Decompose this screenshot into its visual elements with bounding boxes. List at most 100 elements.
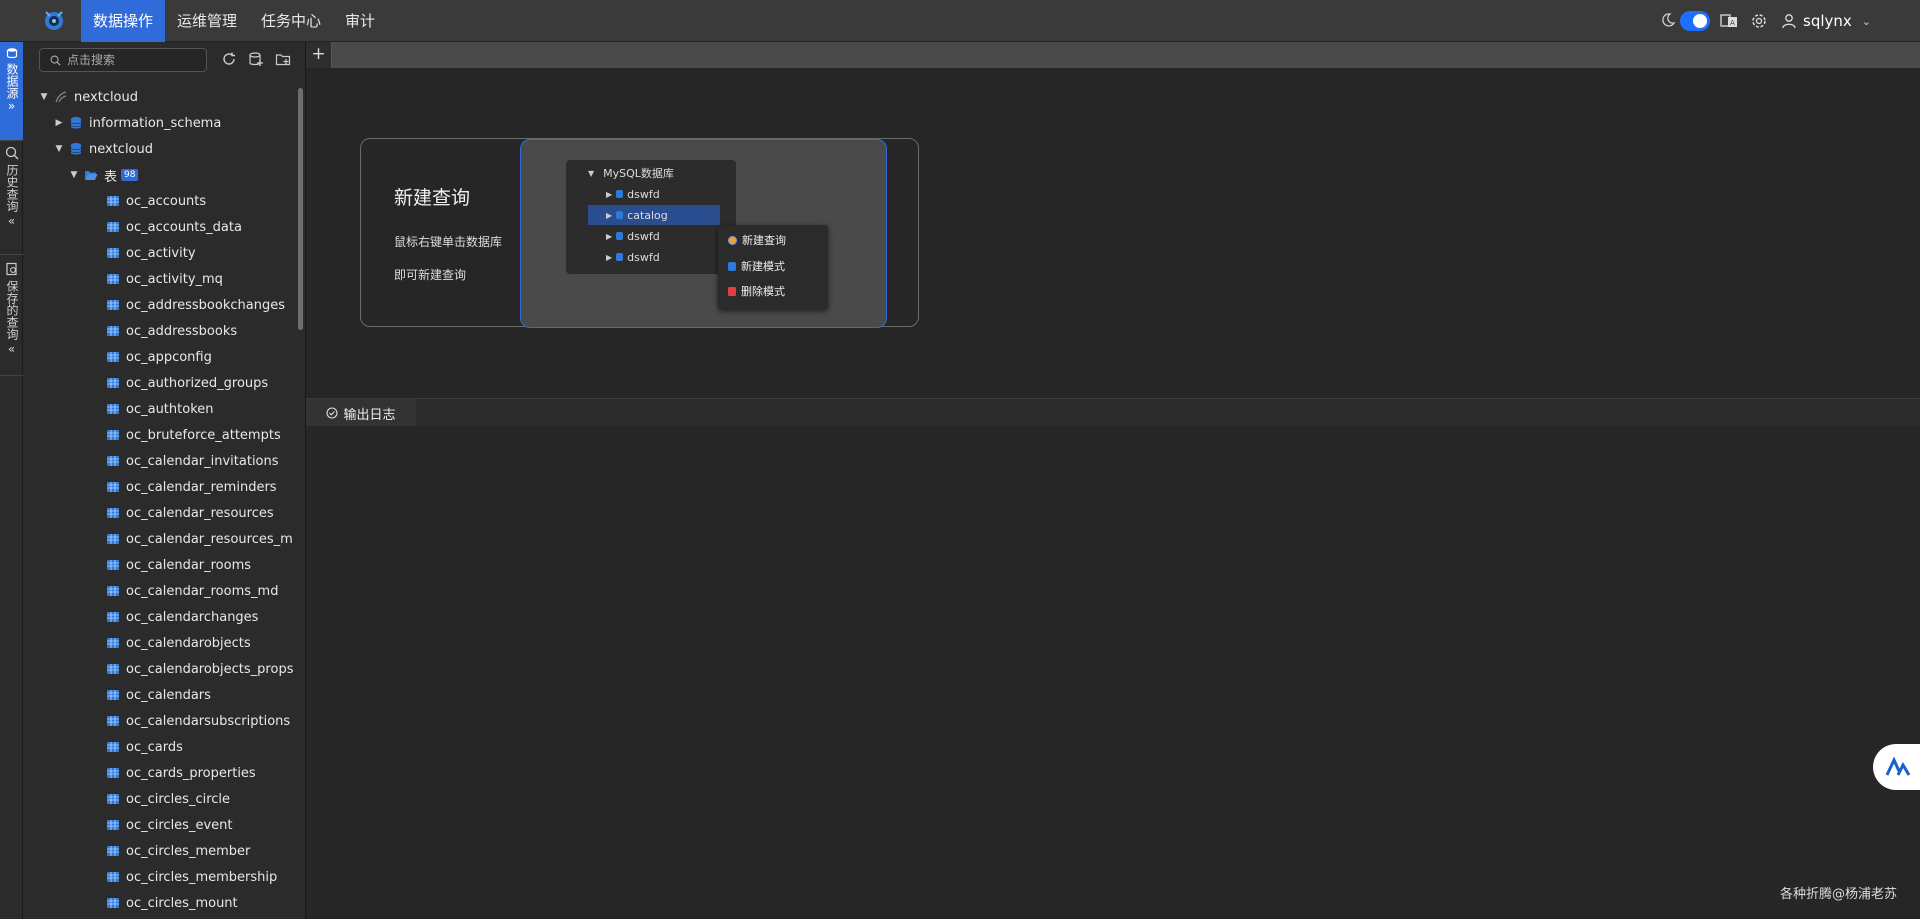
add-folder-icon[interactable] xyxy=(275,51,291,67)
ai-assistant-button[interactable] xyxy=(1873,744,1920,790)
user-menu[interactable]: sqlynx ⌄ xyxy=(1781,10,1871,32)
tree-node-label: oc_calendar_resources xyxy=(126,505,274,521)
tree-node-label: oc_cards xyxy=(126,739,183,755)
database-icon xyxy=(728,261,736,271)
caret-right-icon: ▶ xyxy=(606,189,613,199)
illustration-menu-item: 新建模式 xyxy=(728,256,785,276)
caret-down-icon[interactable]: ▼ xyxy=(68,169,80,181)
table-icon xyxy=(107,430,119,440)
guide-title: 新建查询 xyxy=(394,187,471,209)
search-box[interactable] xyxy=(39,48,207,72)
tree-node-table[interactable]: oc_activity_mq xyxy=(23,266,293,292)
guide-text-line: 鼠标右键单击数据库 xyxy=(394,235,503,249)
tree-node-label: oc_appconfig xyxy=(126,349,212,365)
ai-logo-icon xyxy=(1885,757,1911,776)
tree-node-connection[interactable]: ▼ nextcloud xyxy=(23,84,293,110)
illustration-menu-item: 新建查询 xyxy=(728,230,786,250)
check-circle-icon xyxy=(326,407,339,419)
table-icon xyxy=(107,248,119,258)
user-icon xyxy=(1782,14,1796,29)
tree-node-table[interactable]: oc_circles_mount xyxy=(23,890,293,916)
tree-node-table[interactable]: oc_authorized_groups xyxy=(23,370,293,396)
table-icon xyxy=(107,742,119,752)
tree-node-table[interactable]: oc_circles_member xyxy=(23,838,293,864)
nav-task-center[interactable]: 任务中心 xyxy=(249,0,333,42)
illustration-tree-root: ▼ MySQL数据库 xyxy=(566,163,736,183)
illustration-tree-label: dswfd xyxy=(627,250,660,264)
tree-node-table[interactable]: oc_calendar_reminders xyxy=(23,474,293,500)
tree-node-label: oc_calendar_rooms_md xyxy=(126,583,279,599)
table-icon xyxy=(107,378,119,388)
editor-area: 新建查询 鼠标右键单击数据库 即可新建查询 ▼ MySQL数据库 ▶ dswfd… xyxy=(306,68,1920,398)
tree-node-label: oc_calendar_reminders xyxy=(126,479,277,495)
svg-text:A: A xyxy=(1730,19,1735,27)
tree-node-schema[interactable]: ▶ information_schema xyxy=(23,110,293,136)
illustration-context-menu: 新建查询 新建模式 删除模式 xyxy=(718,225,828,309)
open-folder-icon xyxy=(85,171,98,180)
tree-node-table[interactable]: oc_circles_membership xyxy=(23,864,293,890)
table-icon xyxy=(107,326,119,336)
tree-node-table[interactable]: oc_calendarobjects_props xyxy=(23,656,293,682)
refresh-icon[interactable] xyxy=(221,51,237,67)
tree-node-table[interactable]: oc_addressbookchanges xyxy=(23,292,293,318)
search-input[interactable] xyxy=(67,53,197,67)
tree-node-table[interactable]: oc_accounts xyxy=(23,188,293,214)
table-icon xyxy=(107,352,119,362)
database-icon xyxy=(70,117,82,129)
tree-node-table[interactable]: oc_calendar_rooms_md xyxy=(23,578,293,604)
tree-node-label: information_schema xyxy=(89,115,222,131)
tree-node-table[interactable]: oc_addressbooks xyxy=(23,318,293,344)
tree-node-table[interactable]: oc_calendar_resources xyxy=(23,500,293,526)
rail-tab-datasource[interactable]: 数据源 » xyxy=(0,42,23,140)
tree-node-table[interactable]: oc_cards_properties xyxy=(23,760,293,786)
tree-node-table[interactable]: oc_circles_event xyxy=(23,812,293,838)
add-datasource-icon[interactable] xyxy=(248,51,264,67)
editor-tab-bar: + xyxy=(306,42,1920,68)
table-icon xyxy=(107,456,119,466)
caret-right-icon[interactable]: ▶ xyxy=(53,117,65,129)
new-tab-button[interactable]: + xyxy=(306,42,332,68)
nav-ops-management[interactable]: 运维管理 xyxy=(165,0,249,42)
tree-node-table[interactable]: oc_accounts_data xyxy=(23,214,293,240)
rail-divider xyxy=(0,375,23,376)
tree-node-table[interactable]: oc_calendar_rooms xyxy=(23,552,293,578)
tree-node-table[interactable]: oc_calendars xyxy=(23,682,293,708)
table-icon xyxy=(107,508,119,518)
rail-tab-saved[interactable]: 保存的查询 « xyxy=(0,262,23,380)
table-icon xyxy=(107,846,119,856)
double-chevron-left-icon: « xyxy=(7,342,16,356)
caret-down-icon[interactable]: ▼ xyxy=(38,91,50,103)
tree-node-label: oc_calendarsubscriptions xyxy=(126,713,291,729)
app-logo[interactable] xyxy=(42,8,66,32)
table-icon xyxy=(107,768,119,778)
tree-node-tables-folder[interactable]: ▼ 表 98 xyxy=(23,162,293,188)
tree-node-table[interactable]: oc_bruteforce_attempts xyxy=(23,422,293,448)
tree-node-table[interactable]: oc_activity xyxy=(23,240,293,266)
datasource-panel: ▼ nextcloud ▶ information_schema ▼ n xyxy=(23,42,306,919)
nav-audit[interactable]: 审计 xyxy=(333,0,387,42)
tree-node-table[interactable]: oc_circles_circle xyxy=(23,786,293,812)
tree-node-table[interactable]: oc_calendarsubscriptions xyxy=(23,708,293,734)
tree-node-table[interactable]: oc_cards xyxy=(23,734,293,760)
tree-node-schema[interactable]: ▼ nextcloud xyxy=(23,136,293,162)
tree-node-label: oc_calendarobjects_props xyxy=(126,661,293,677)
tree-node-table[interactable]: oc_calendar_invitations xyxy=(23,448,293,474)
rail-tab-history[interactable]: 历史查询 « xyxy=(0,146,23,254)
nav-data-ops[interactable]: 数据操作 xyxy=(81,0,166,42)
tree-node-table[interactable]: oc_appconfig xyxy=(23,344,293,370)
illustration-tree-item: ▶ dswfd xyxy=(566,247,736,267)
tree-node-table[interactable]: oc_authtoken xyxy=(23,396,293,422)
log-tab-bar: 输出日志 xyxy=(306,398,1920,427)
translate-icon[interactable]: A xyxy=(1720,12,1738,30)
tree-node-table[interactable]: oc_calendarobjects xyxy=(23,630,293,656)
database-icon xyxy=(616,232,624,240)
tab-output-log[interactable]: 输出日志 xyxy=(306,399,416,427)
tree-node-table[interactable]: oc_calendarchanges xyxy=(23,604,293,630)
tree-node-table[interactable]: oc_calendar_resources_md xyxy=(23,526,293,552)
sidebar-scrollbar[interactable] xyxy=(298,88,303,330)
caret-down-icon[interactable]: ▼ xyxy=(53,143,65,155)
gear-icon[interactable] xyxy=(1750,12,1768,30)
table-icon xyxy=(107,586,119,596)
theme-toggle[interactable] xyxy=(1680,11,1710,31)
table-icon xyxy=(107,534,119,544)
